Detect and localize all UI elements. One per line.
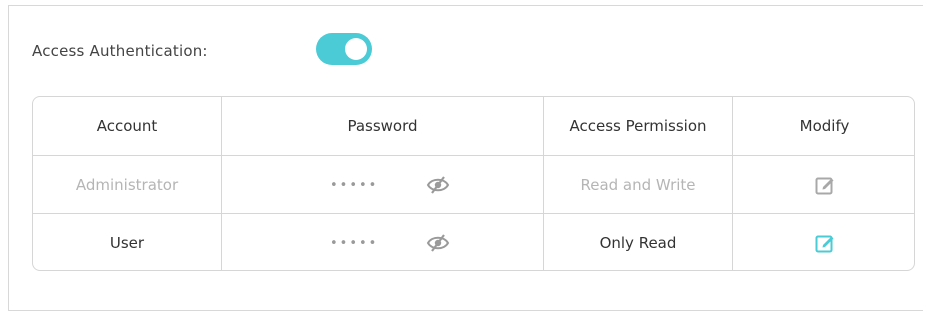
header-modify: Modify xyxy=(732,97,914,155)
eye-slash-icon[interactable] xyxy=(426,175,450,195)
header-password: Password xyxy=(221,97,543,155)
edit-icon[interactable] xyxy=(814,232,836,254)
modify-cell xyxy=(732,156,914,214)
password-mask: ••••• xyxy=(330,235,379,251)
accounts-table: Account Password Access Permission Modif… xyxy=(32,96,915,271)
access-authentication-label: Access Authentication: xyxy=(32,42,208,60)
eye-slash-icon[interactable] xyxy=(426,233,450,253)
access-authentication-toggle[interactable] xyxy=(316,33,372,65)
modify-cell xyxy=(732,214,914,270)
table-header-row: Account Password Access Permission Modif… xyxy=(33,97,914,155)
header-account: Account xyxy=(96,117,158,135)
password-mask: ••••• xyxy=(330,177,379,193)
permission-value: Read and Write xyxy=(543,156,732,214)
table-row: Administrator ••••• Read and Write xyxy=(33,155,914,214)
password-cell: ••••• xyxy=(221,156,543,214)
permission-value: Only Read xyxy=(543,214,732,270)
account-name: Administrator xyxy=(75,176,179,194)
toggle-knob xyxy=(345,38,367,60)
account-name: User xyxy=(109,234,145,252)
password-cell: ••••• xyxy=(221,214,543,270)
header-access-permission: Access Permission xyxy=(543,97,732,155)
edit-icon[interactable] xyxy=(814,174,836,196)
table-row: User ••••• Only Read xyxy=(33,213,914,270)
